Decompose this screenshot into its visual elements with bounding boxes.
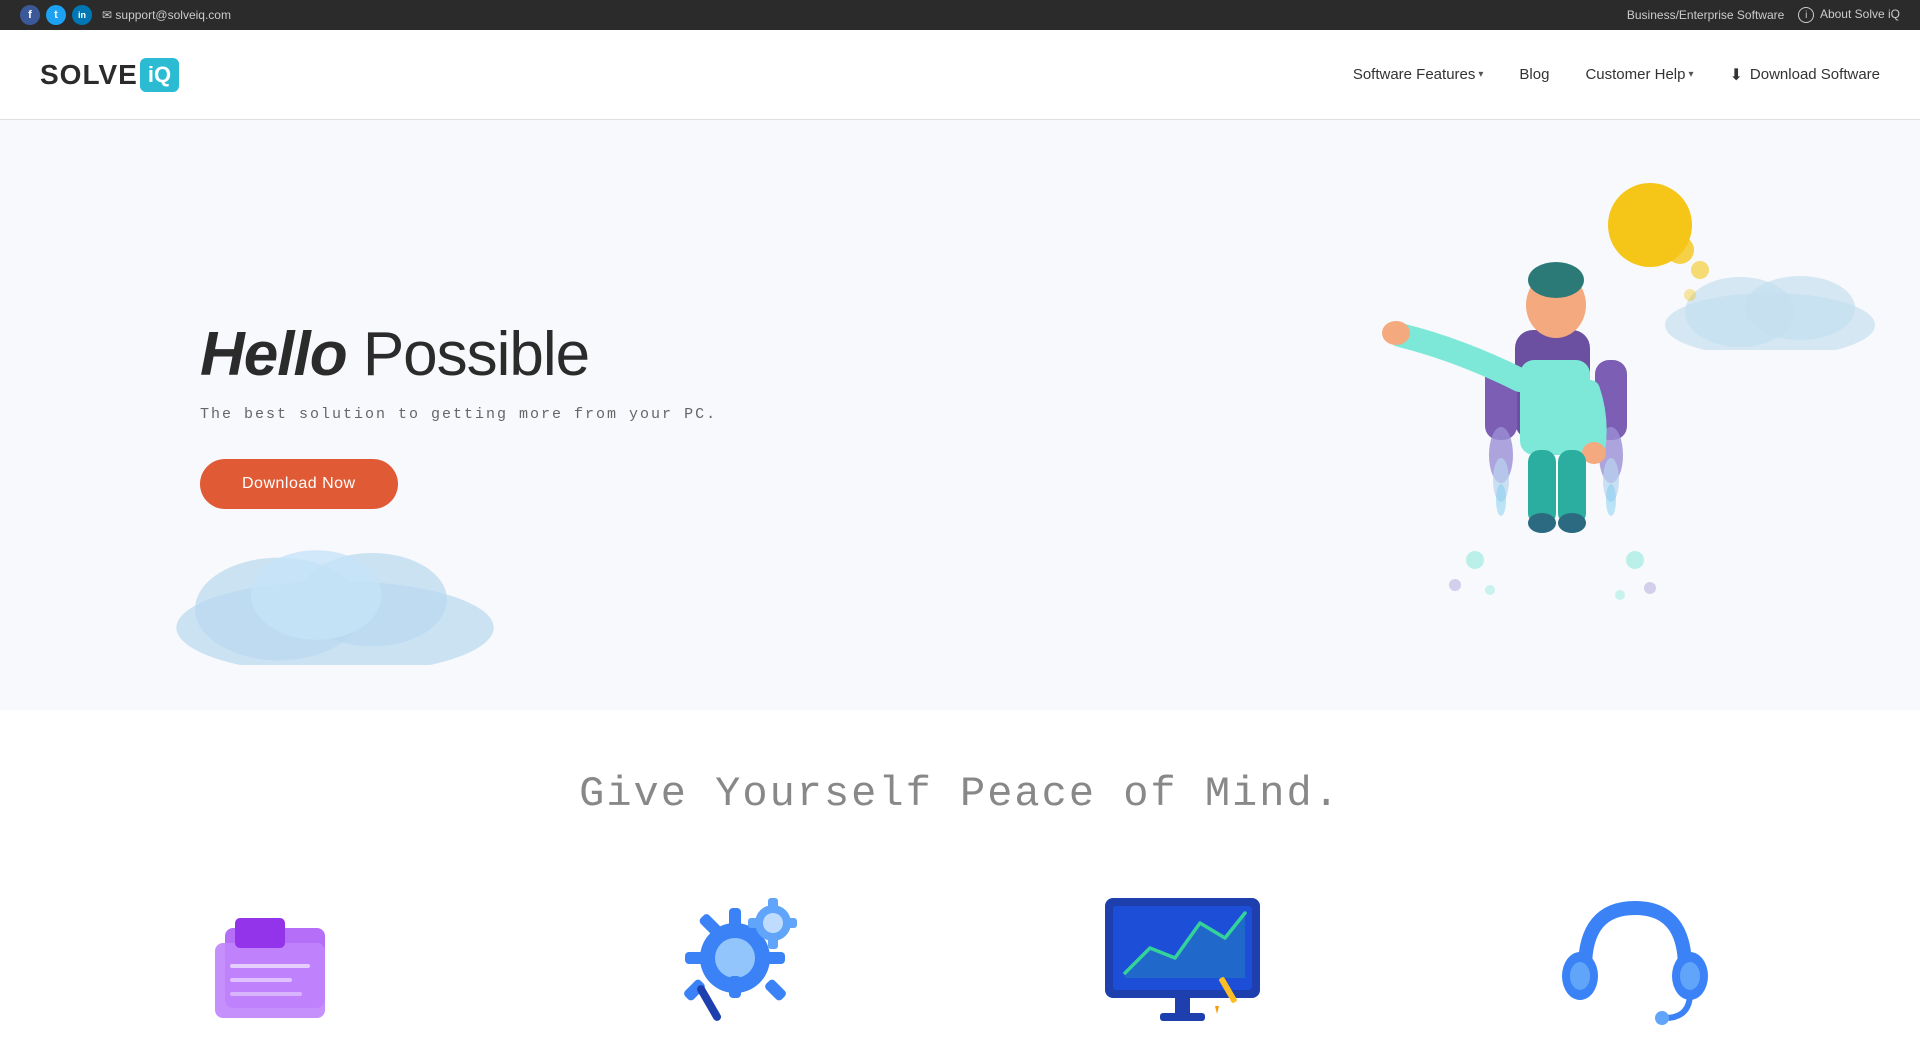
- features-row: [0, 838, 1920, 1048]
- hero-title: Hello Possible: [200, 321, 717, 389]
- feature-chart: [1085, 888, 1285, 1028]
- chevron-down-icon: ▾: [1478, 69, 1483, 80]
- feature-headset: [1535, 888, 1735, 1028]
- logo-solve: SOLVE: [40, 59, 138, 91]
- twitter-icon[interactable]: t: [46, 5, 66, 25]
- facebook-icon[interactable]: f: [20, 5, 40, 25]
- support-email[interactable]: ✉ support@solveiq.com: [102, 8, 231, 22]
- top-bar-left: f t in ✉ support@solveiq.com: [20, 5, 231, 25]
- nav-item-blog[interactable]: Blog: [1519, 66, 1549, 84]
- social-icons: f t in: [20, 5, 92, 25]
- download-software-label: Download Software: [1750, 66, 1880, 83]
- top-bar: f t in ✉ support@solveiq.com Business/En…: [0, 0, 1920, 30]
- hero-section: Hello Possible The best solution to gett…: [0, 120, 1920, 710]
- hero-illustration: [1300, 140, 1800, 680]
- logo[interactable]: SOLVE iQ: [40, 58, 179, 92]
- headset-icon: [1555, 888, 1715, 1028]
- logo-iq: iQ: [140, 58, 179, 92]
- chart-icon: [1095, 888, 1275, 1028]
- chevron-down-icon: ▾: [1688, 69, 1693, 80]
- nav-item-customer-help[interactable]: Customer Help ▾: [1585, 66, 1693, 83]
- hero-subtitle: The best solution to getting more from y…: [200, 406, 717, 423]
- blog-label: Blog: [1519, 66, 1549, 83]
- top-bar-right: Business/Enterprise Software i About Sol…: [1627, 7, 1900, 24]
- software-features-label: Software Features: [1353, 66, 1476, 83]
- download-now-button[interactable]: Download Now: [200, 459, 398, 509]
- nav-item-software-features[interactable]: Software Features ▾: [1353, 66, 1484, 83]
- peace-title: Give Yourself Peace of Mind.: [40, 770, 1880, 818]
- enterprise-link[interactable]: Business/Enterprise Software: [1627, 8, 1784, 22]
- gear-icon: [655, 878, 815, 1028]
- feature-gear: [635, 878, 835, 1028]
- hero-content: Hello Possible The best solution to gett…: [0, 281, 717, 548]
- customer-help-label: Customer Help: [1585, 66, 1685, 83]
- hero-title-bold: Hello: [200, 320, 347, 389]
- download-icon: ⬇: [1730, 65, 1743, 85]
- peace-section: Give Yourself Peace of Mind.: [0, 710, 1920, 838]
- nav-download-software[interactable]: ⬇ Download Software: [1730, 65, 1880, 85]
- about-link[interactable]: i About Solve iQ: [1798, 7, 1900, 24]
- info-icon: i: [1798, 7, 1814, 23]
- feature-folder: [185, 888, 385, 1028]
- hero-title-regular: Possible: [347, 320, 590, 389]
- linkedin-icon[interactable]: in: [72, 5, 92, 25]
- folder-icon: [210, 888, 360, 1028]
- navbar: SOLVE iQ Software Features ▾ Blog Custom…: [0, 30, 1920, 120]
- nav-links: Software Features ▾ Blog Customer Help ▾…: [1353, 65, 1880, 85]
